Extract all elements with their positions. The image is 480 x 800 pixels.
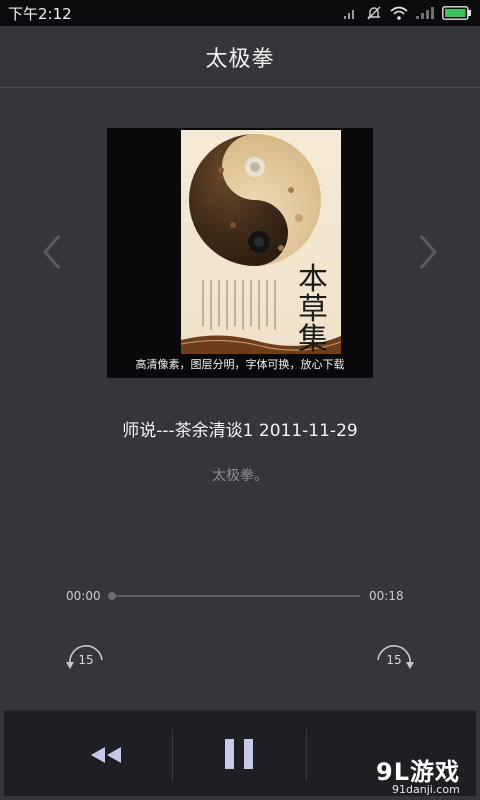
pause-icon bbox=[225, 739, 253, 769]
next-button[interactable] bbox=[414, 232, 442, 272]
calligraphy-text: 本草集 bbox=[298, 262, 328, 357]
elapsed-time: 00:00 bbox=[66, 589, 101, 603]
header: 太极拳 bbox=[0, 26, 480, 88]
pause-button[interactable] bbox=[204, 725, 274, 783]
progress-bar[interactable] bbox=[110, 595, 360, 597]
watermark-url: 91danji.com bbox=[392, 783, 460, 796]
chevron-left-icon bbox=[43, 235, 61, 269]
progress-knob[interactable] bbox=[108, 592, 116, 600]
mute-icon bbox=[367, 6, 381, 20]
skip-back-seconds: 15 bbox=[78, 653, 94, 667]
control-divider bbox=[306, 729, 307, 781]
skip-forward-button[interactable]: 15 bbox=[372, 640, 416, 674]
album-artwork: 本草集 高清像素，图层分明，字体可换，放心下载 bbox=[107, 128, 373, 378]
track-title: 师说---茶余清谈1 2011-11-29 bbox=[122, 421, 358, 441]
status-icons bbox=[344, 5, 472, 21]
status-time: 下午2:12 bbox=[8, 4, 72, 23]
rewind-icon bbox=[91, 747, 121, 763]
artwork-caption: 高清像素，图层分明，字体可换，放心下载 bbox=[135, 358, 345, 371]
skip-back-button[interactable]: 15 bbox=[64, 640, 108, 674]
total-duration: 00:18 bbox=[369, 589, 404, 603]
track-subtitle: 太极拳。 bbox=[212, 468, 268, 484]
battery-icon bbox=[442, 6, 471, 20]
chevron-right-icon bbox=[419, 235, 437, 269]
artwork-poster: 本草集 bbox=[181, 130, 341, 357]
signal-icon bbox=[344, 10, 354, 19]
watermark-logo: 9L游戏 91danji.com bbox=[368, 752, 478, 798]
status-bar: 下午2:12 bbox=[0, 0, 480, 26]
cellular-icon bbox=[416, 7, 434, 19]
control-divider bbox=[172, 729, 173, 781]
skip-forward-seconds: 15 bbox=[386, 653, 402, 667]
wifi-icon bbox=[390, 6, 408, 20]
rewind-button[interactable] bbox=[74, 731, 138, 779]
previous-button[interactable] bbox=[38, 232, 66, 272]
page-title: 太极拳 bbox=[205, 46, 275, 72]
watermark-main: 9L游戏 bbox=[376, 758, 460, 786]
